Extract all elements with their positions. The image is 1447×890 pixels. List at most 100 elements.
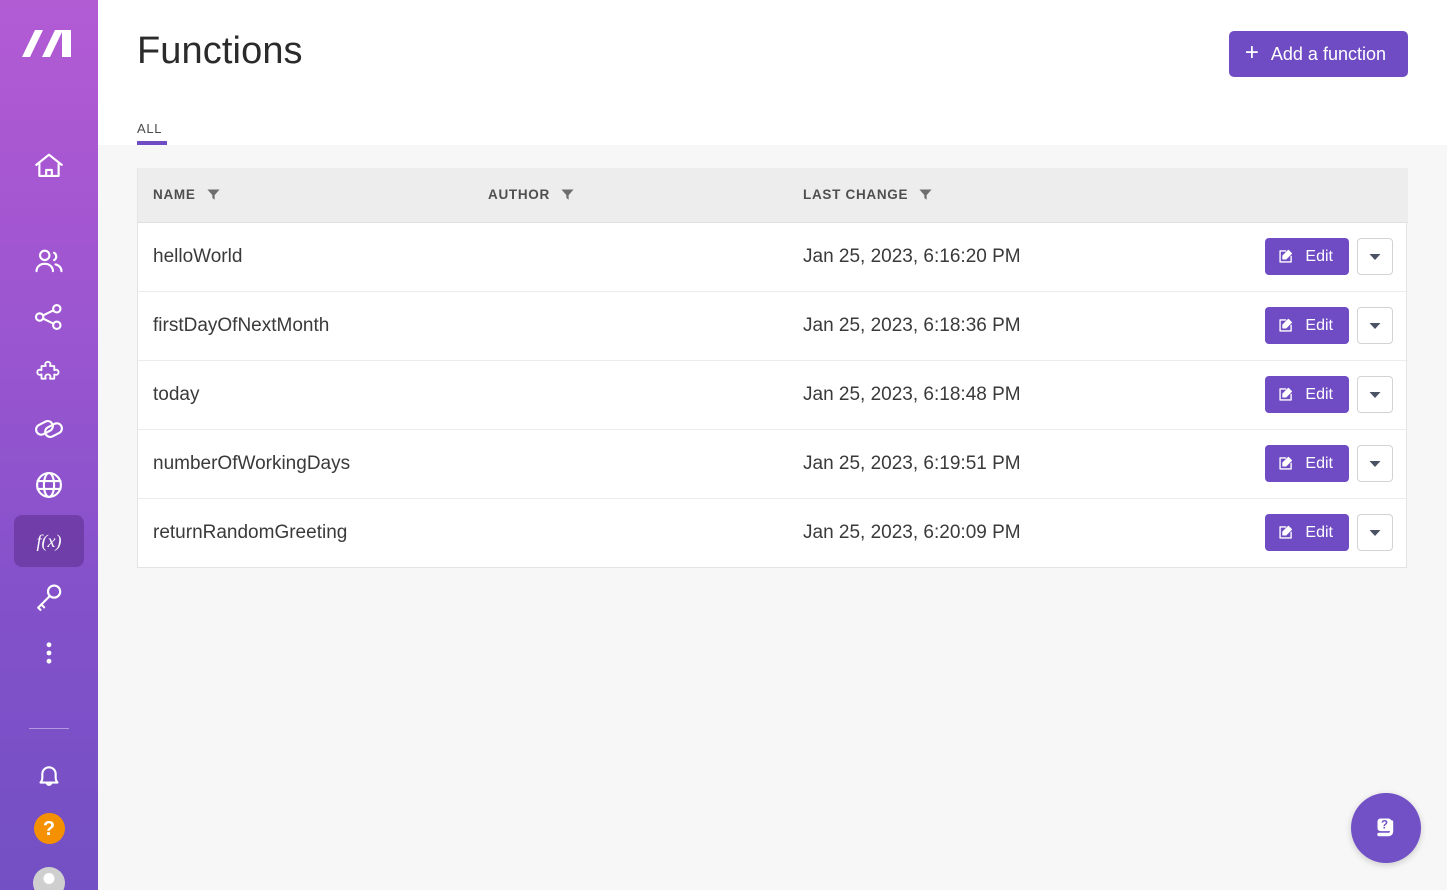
cell-name: numberOfWorkingDays (138, 429, 473, 499)
sidebar-item-notifications[interactable] (32, 756, 66, 796)
cell-actions: Edit (1188, 222, 1408, 292)
chevron-down-icon (1369, 322, 1381, 330)
edit-icon (1277, 386, 1294, 403)
cell-last-change: Jan 25, 2023, 6:19:51 PM (788, 429, 1188, 499)
avatar[interactable] (33, 867, 65, 890)
cell-author (473, 429, 788, 499)
functions-table: NAME AUTHOR LAST CHANGE helloWorld Jan 2… (138, 168, 1408, 567)
cell-actions: Edit (1188, 498, 1408, 567)
svg-text:?: ? (1381, 819, 1388, 831)
sidebar-item-links[interactable] (14, 403, 84, 455)
cell-author (473, 222, 788, 292)
row-actions-dropdown-button[interactable] (1357, 307, 1393, 344)
sidebar-item-users[interactable] (14, 235, 84, 287)
table-header: NAME AUTHOR LAST CHANGE (138, 168, 1408, 223)
filter-icon-last-change[interactable] (918, 187, 933, 202)
table-row[interactable]: returnRandomGreeting Jan 25, 2023, 6:20:… (138, 498, 1408, 567)
sidebar-item-home[interactable] (14, 140, 84, 192)
column-header-author: AUTHOR (473, 168, 788, 223)
svg-text:f(x): f(x) (37, 531, 62, 552)
app-root: f(x) ? Functions + Add a function ALL NA… (0, 0, 1447, 890)
globe-icon (32, 468, 66, 502)
cell-name: firstDayOfNextMonth (138, 291, 473, 361)
cell-actions: Edit (1188, 429, 1408, 499)
puzzle-icon (32, 356, 66, 390)
column-header-name-label: NAME (153, 187, 196, 203)
edit-button-label: Edit (1305, 385, 1333, 403)
sidebar-item-functions[interactable]: f(x) (14, 515, 84, 567)
edit-icon (1277, 524, 1294, 541)
sidebar-item-share[interactable] (14, 291, 84, 343)
column-header-name: NAME (138, 168, 473, 223)
add-function-label: Add a function (1270, 43, 1386, 64)
question-mark-icon: ? (42, 817, 56, 840)
plus-icon: + (1244, 39, 1259, 66)
column-header-last-change-label: LAST CHANGE (803, 187, 909, 203)
cell-author (473, 498, 788, 567)
sidebar-item-help[interactable]: ? (33, 813, 65, 844)
function-fx-icon: f(x) (32, 524, 66, 558)
row-actions-dropdown-button[interactable] (1357, 238, 1393, 275)
page-header: Functions + Add a function ALL (98, 0, 1447, 145)
edit-button[interactable]: Edit (1265, 445, 1349, 482)
cell-name: helloWorld (138, 222, 473, 292)
edit-button[interactable]: Edit (1265, 376, 1349, 413)
edit-button[interactable]: Edit (1265, 238, 1349, 275)
sidebar-item-more[interactable] (14, 627, 84, 679)
cell-last-change: Jan 25, 2023, 6:20:09 PM (803, 521, 1021, 543)
row-actions-dropdown-button[interactable] (1357, 445, 1393, 482)
cell-last-change: Jan 25, 2023, 6:18:36 PM (788, 291, 1188, 361)
table-row[interactable]: today Jan 25, 2023, 6:18:48 PM Edit (138, 360, 1408, 430)
edit-button-label: Edit (1305, 316, 1333, 334)
row-actions-dropdown-button[interactable] (1357, 376, 1393, 413)
sidebar-bottom-actions: ? (0, 729, 98, 890)
cell-name: today (138, 360, 473, 430)
edit-button[interactable]: Edit (1265, 307, 1349, 344)
chevron-down-icon (1369, 529, 1381, 537)
sidebar-nav: f(x) (0, 140, 98, 729)
add-function-button[interactable]: + Add a function (1228, 31, 1408, 77)
bell-icon (32, 759, 66, 793)
chevron-down-icon (1369, 391, 1381, 399)
functions-table-container: NAME AUTHOR LAST CHANGE helloWorld Jan 2… (137, 168, 1408, 568)
help-card-icon: ? (1368, 810, 1404, 846)
table-header-row: NAME AUTHOR LAST CHANGE (138, 168, 1408, 223)
table-row[interactable]: numberOfWorkingDays Jan 25, 2023, 6:19:5… (138, 429, 1408, 499)
column-header-actions (1188, 168, 1408, 223)
row-actions-dropdown-button[interactable] (1357, 514, 1393, 552)
main-content: Functions + Add a function ALL NAME AUTH… (98, 0, 1447, 890)
cell-last-change: Jan 25, 2023, 6:18:48 PM (788, 360, 1188, 430)
mendix-logo[interactable] (17, 24, 81, 64)
home-icon (32, 149, 66, 183)
help-chat-button[interactable]: ? (1351, 793, 1421, 863)
sidebar-item-web[interactable] (14, 459, 84, 511)
sidebar-item-extensions[interactable] (14, 347, 84, 399)
users-icon (32, 244, 66, 278)
filter-icon-author[interactable] (560, 187, 575, 202)
edit-button-label: Edit (1305, 523, 1333, 541)
table-row[interactable]: firstDayOfNextMonth Jan 25, 2023, 6:18:3… (138, 291, 1408, 361)
cell-author (473, 360, 788, 430)
bottom-strip (98, 886, 1447, 890)
edit-icon (1277, 248, 1294, 265)
cell-last-change: Jan 25, 2023, 6:16:20 PM (788, 222, 1188, 292)
column-header-author-label: AUTHOR (488, 187, 550, 203)
sidebar-item-keys[interactable] (14, 571, 84, 623)
page-title: Functions (137, 30, 303, 72)
sidebar: f(x) ? (0, 0, 98, 890)
key-icon (32, 580, 66, 614)
filter-icon-name[interactable] (206, 187, 221, 202)
edit-button-label: Edit (1305, 454, 1333, 472)
table-row[interactable]: helloWorld Jan 25, 2023, 6:16:20 PM Edit (138, 222, 1408, 292)
edit-button[interactable]: Edit (1265, 514, 1349, 552)
tab-all[interactable]: ALL (137, 121, 168, 145)
table-body: helloWorld Jan 25, 2023, 6:16:20 PM Edit… (138, 222, 1408, 567)
cell-name: returnRandomGreeting (153, 521, 348, 543)
column-header-last-change: LAST CHANGE (788, 168, 1188, 223)
tab-all-label: ALL (137, 121, 163, 136)
edit-button-label: Edit (1305, 247, 1333, 265)
link-icon (32, 412, 66, 446)
edit-icon (1277, 317, 1294, 334)
chevron-down-icon (1369, 253, 1381, 261)
tab-bar: ALL (137, 121, 168, 145)
